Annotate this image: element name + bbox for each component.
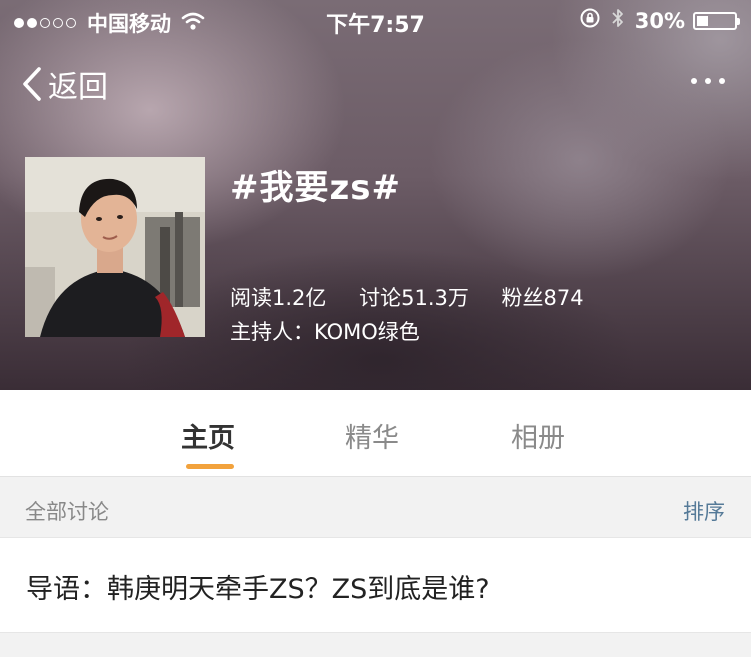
- status-right: 30%: [579, 7, 740, 34]
- sort-button[interactable]: 排序: [683, 496, 725, 526]
- tab-bar: 主页 精华 相册: [0, 390, 751, 477]
- list-item[interactable]: 导语：韩庚明天牵手ZS？ZS到底是谁?: [0, 537, 751, 633]
- battery-icon: [693, 11, 740, 30]
- back-label: 返回: [48, 70, 108, 105]
- topic-avatar: [25, 157, 205, 337]
- topic-header: 中国移动 下午7:57 30% 返回 #我要zs# 阅读1.2亿 讨论51.3万…: [0, 0, 751, 390]
- topic-title: #我要zs#: [230, 168, 402, 208]
- discussion-section-header: 全部讨论 排序: [0, 477, 751, 537]
- active-tab-indicator: [186, 464, 234, 469]
- more-dots-icon[interactable]: [683, 78, 725, 84]
- battery-percent: 30%: [634, 8, 685, 33]
- topic-stats: 阅读1.2亿 讨论51.3万 粉丝874: [230, 282, 610, 312]
- bluetooth-icon: [611, 7, 625, 34]
- battery-fill: [697, 15, 708, 26]
- topic-host[interactable]: 主持人：KOMO绿色: [230, 316, 420, 346]
- tab-album[interactable]: 相册: [511, 416, 565, 455]
- discussion-count: 讨论51.3万: [359, 286, 469, 310]
- rotation-lock-icon: [579, 7, 601, 34]
- status-bar: 中国移动 下午7:57 30%: [0, 0, 751, 40]
- read-count: 阅读1.2亿: [230, 286, 327, 310]
- post-text: 导语：韩庚明天牵手ZS？ZS到底是谁?: [26, 574, 490, 605]
- chevron-left-icon: [23, 67, 41, 101]
- back-button[interactable]: 返回: [22, 62, 108, 106]
- tab-home[interactable]: 主页: [181, 416, 235, 455]
- fan-count: 粉丝874: [501, 286, 584, 310]
- section-title: 全部讨论: [25, 500, 109, 524]
- tab-featured[interactable]: 精华: [345, 416, 399, 455]
